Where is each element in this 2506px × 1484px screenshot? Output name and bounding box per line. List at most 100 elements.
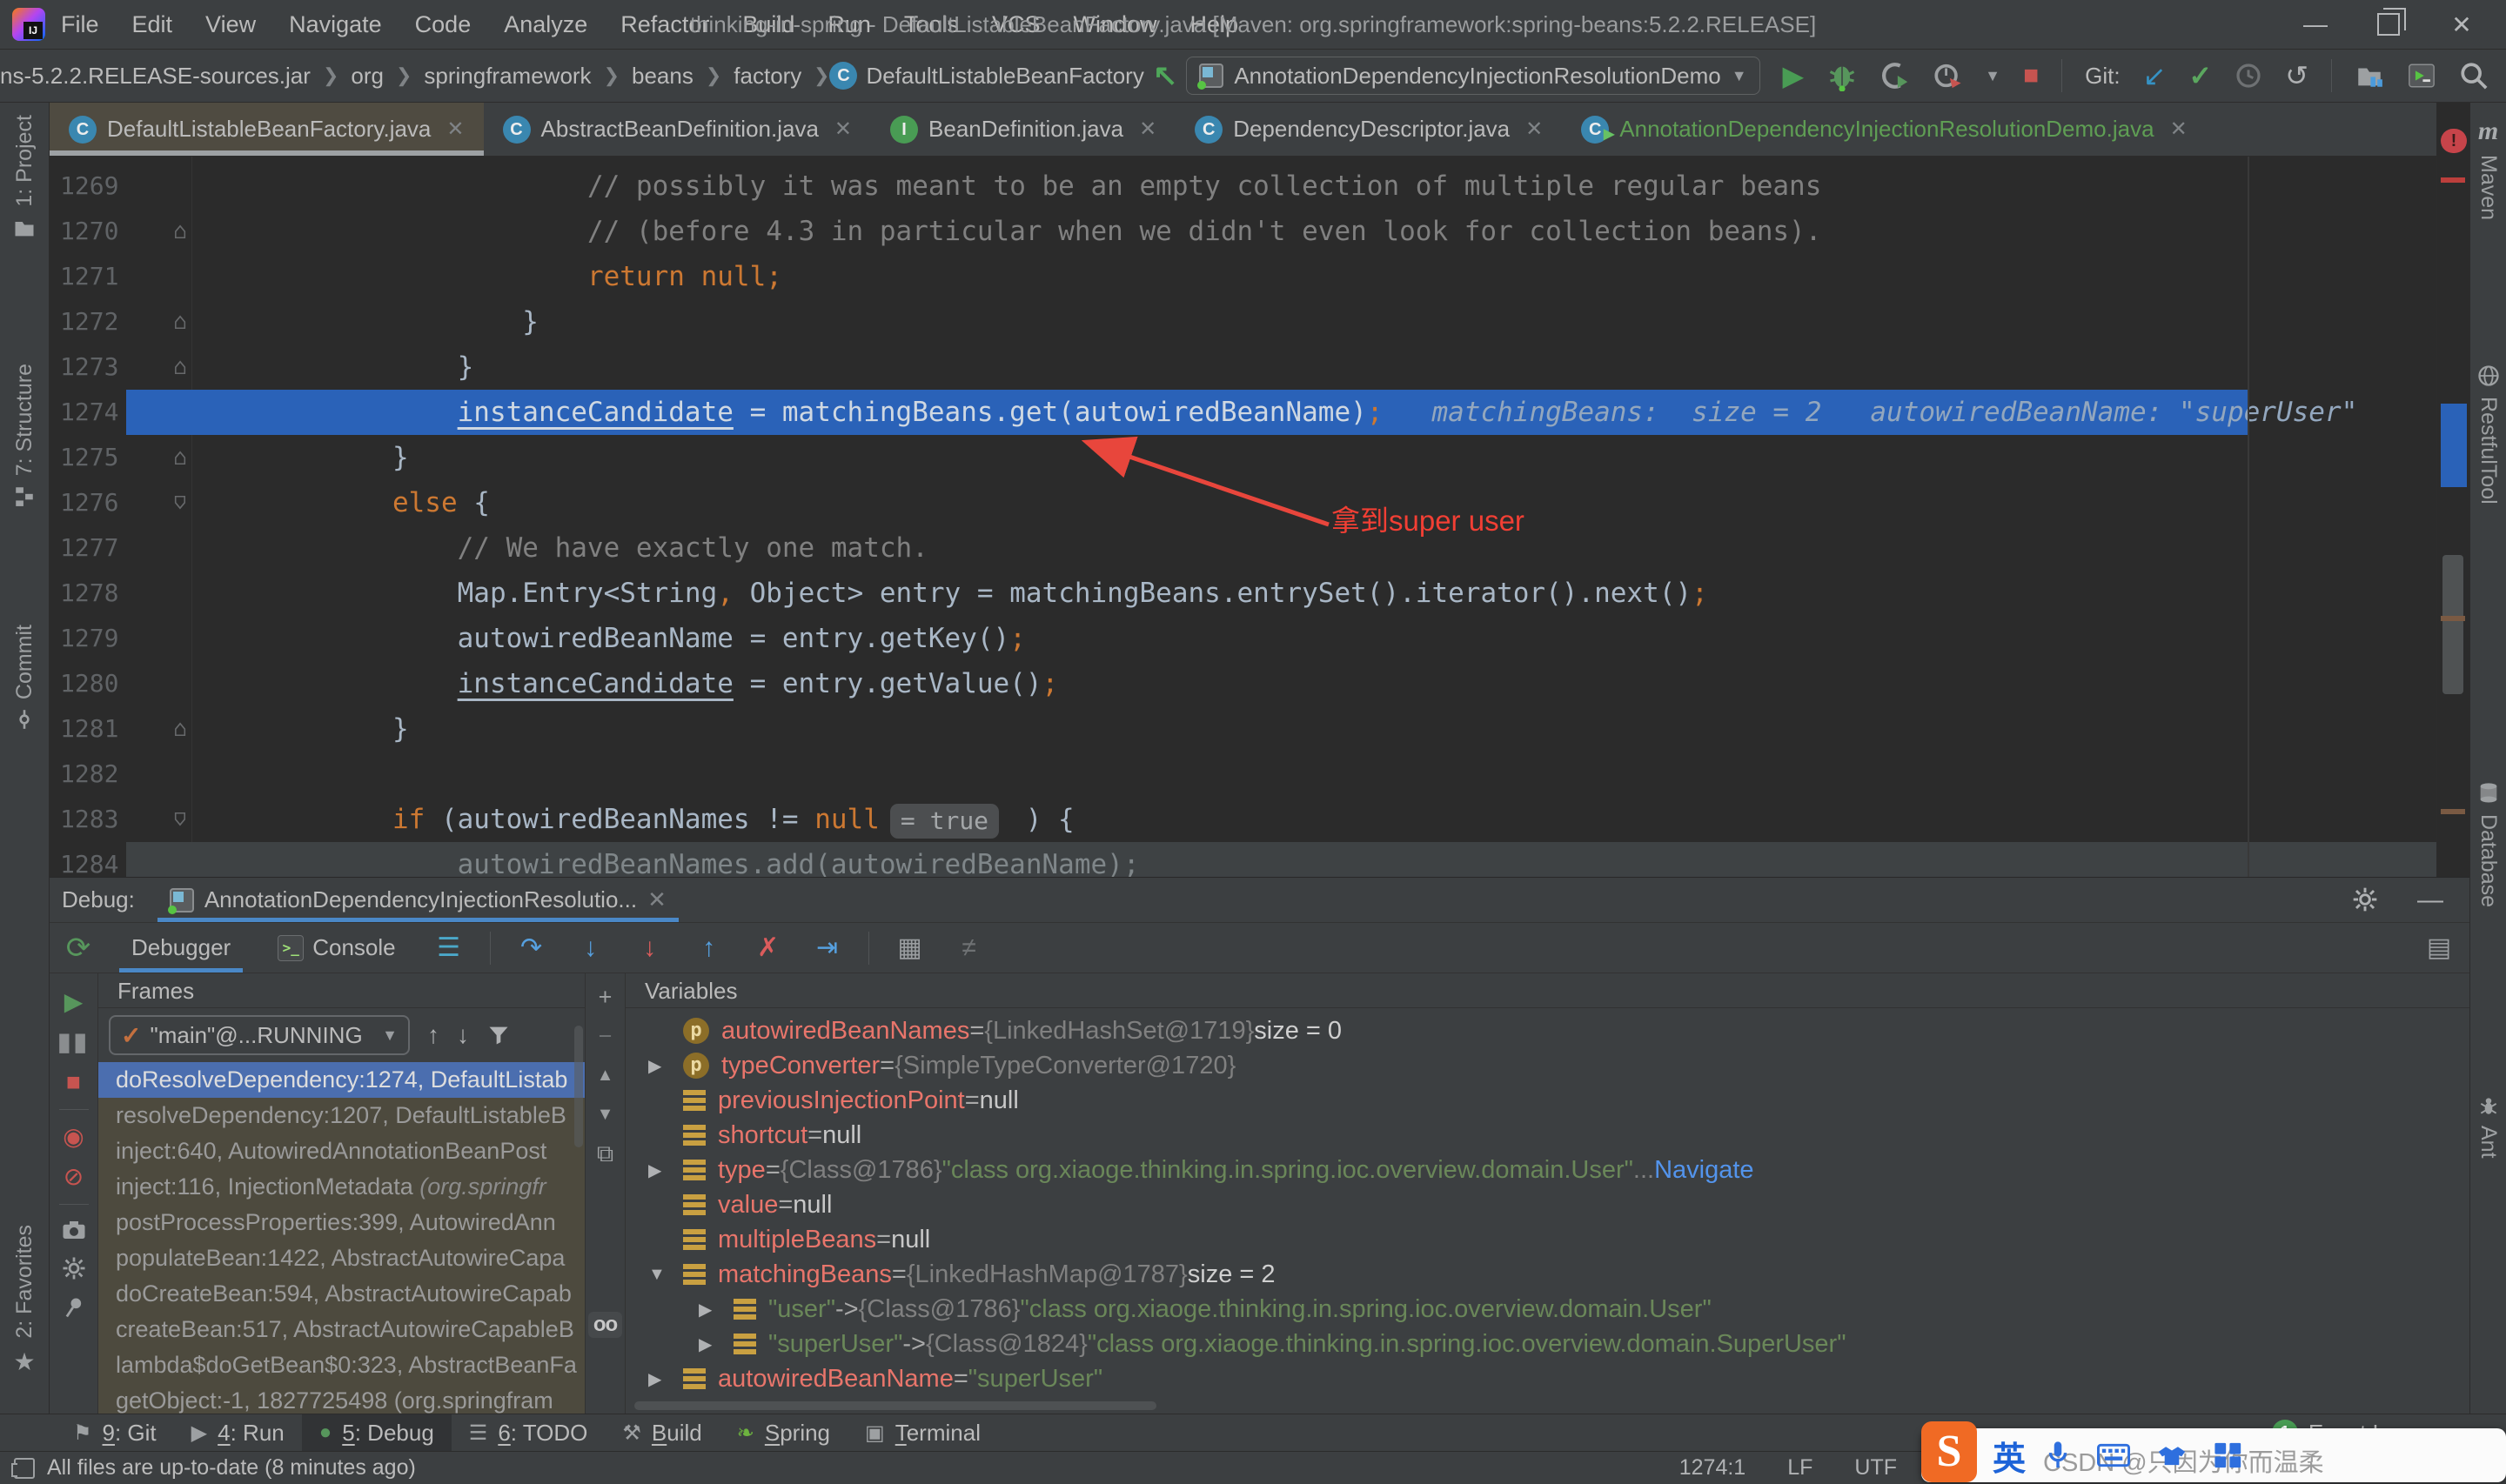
navigate-link[interactable]: Navigate bbox=[1654, 1156, 1753, 1185]
expand-icon[interactable]: ▼ bbox=[648, 1265, 683, 1285]
close-icon[interactable]: ✕ bbox=[2170, 117, 2188, 142]
terminal-run-icon[interactable] bbox=[2407, 61, 2436, 90]
force-step-into-icon[interactable]: ↓ bbox=[632, 933, 668, 963]
close-icon[interactable]: ✕ bbox=[647, 886, 667, 913]
step-into-icon[interactable]: ↓ bbox=[573, 933, 609, 963]
frame-row[interactable]: populateBean:1422, AbstractAutowireCapa bbox=[98, 1240, 585, 1276]
step-over-icon[interactable]: ↷ bbox=[513, 933, 550, 963]
skin-icon[interactable] bbox=[2156, 1442, 2188, 1468]
line-number[interactable]: 1273 bbox=[60, 344, 133, 390]
variable-row[interactable]: shortcut = null bbox=[626, 1118, 2469, 1153]
breadcrumb-item[interactable]: org bbox=[351, 63, 384, 90]
frame-row[interactable]: createBean:517, AbstractAutowireCapableB bbox=[98, 1312, 585, 1347]
line-number[interactable]: 1269 bbox=[60, 164, 133, 209]
fold-marker-icon[interactable]: ⌂ bbox=[168, 435, 192, 480]
keyboard-icon[interactable] bbox=[2097, 1442, 2131, 1468]
frame-row[interactable]: postProcessProperties:399, AutowiredAnn bbox=[98, 1205, 585, 1240]
breadcrumb-item[interactable]: ns-5.2.2.RELEASE-sources.jar bbox=[0, 63, 311, 90]
minimize-icon[interactable]: — bbox=[2301, 10, 2330, 38]
show-watches-icon[interactable]: oo bbox=[587, 1312, 623, 1338]
variable-row[interactable]: value = null bbox=[626, 1187, 2469, 1222]
close-icon[interactable]: ✕ bbox=[1139, 117, 1156, 142]
add-watch-icon[interactable]: + bbox=[599, 986, 613, 1009]
gear-icon[interactable] bbox=[2351, 886, 2379, 913]
fold-marker-icon[interactable]: ⌂ bbox=[168, 480, 192, 525]
breadcrumb-class[interactable]: C DefaultListableBeanFactory bbox=[829, 62, 1144, 90]
filter-icon[interactable] bbox=[486, 1023, 511, 1047]
frame-row[interactable]: lambda$doGetBean$0:323, AbstractBeanFa bbox=[98, 1347, 585, 1383]
debug-session-tab[interactable]: AnnotationDependencyInjectionResolutio..… bbox=[157, 878, 679, 922]
line-number[interactable]: 1275 bbox=[60, 435, 133, 480]
profiler-chevron-icon[interactable]: ▼ bbox=[1985, 67, 2000, 85]
pause-icon[interactable]: ▮▮ bbox=[57, 1029, 90, 1055]
line-number[interactable]: 1279 bbox=[60, 616, 133, 661]
layout-settings-icon[interactable]: ▤ bbox=[2421, 933, 2457, 963]
threads-view-icon[interactable]: ☰ bbox=[431, 933, 467, 963]
line-number[interactable]: 1274 bbox=[60, 390, 133, 435]
debug-bug-button[interactable] bbox=[1826, 60, 1858, 91]
fold-marker-icon[interactable]: ⌂ bbox=[168, 299, 192, 344]
tool-window-button-todo[interactable]: ☰ 6: TODO bbox=[452, 1414, 606, 1451]
close-icon[interactable]: ✕ bbox=[834, 117, 852, 142]
menu-view[interactable]: View bbox=[205, 11, 256, 38]
view-breakpoints-icon[interactable]: ◉ bbox=[63, 1124, 84, 1150]
pin-icon[interactable] bbox=[62, 1295, 86, 1320]
git-commit-button[interactable]: ✓ bbox=[2188, 62, 2212, 90]
line-separator[interactable]: LF bbox=[1787, 1455, 1812, 1481]
tool-window-button-run[interactable]: ▶ 4: Run bbox=[174, 1414, 302, 1451]
editor-tab[interactable]: I BeanDefinition.java ✕ bbox=[871, 103, 1176, 156]
frames-scrollbar[interactable] bbox=[574, 1026, 583, 1147]
project-files-icon[interactable] bbox=[2355, 61, 2384, 90]
history-clock-icon[interactable] bbox=[2235, 62, 2262, 90]
run-to-cursor-icon[interactable]: ⇥ bbox=[809, 933, 846, 963]
fold-marker-icon[interactable]: ⌂ bbox=[168, 706, 192, 752]
breadcrumb-item[interactable]: beans bbox=[632, 63, 694, 90]
hide-panel-icon[interactable]: — bbox=[2417, 886, 2443, 915]
expand-icon[interactable]: ▶ bbox=[699, 1334, 734, 1355]
variable-row[interactable]: ▶ type = {Class@1786} "class org.xiaoge.t… bbox=[626, 1153, 2469, 1187]
menu-file[interactable]: File bbox=[61, 11, 99, 38]
line-number[interactable]: 1271 bbox=[60, 254, 133, 299]
trace-icon[interactable]: ≠ bbox=[951, 933, 988, 963]
variable-row[interactable]: ▶ "user" -> {Class@1786} "class org.xiaog… bbox=[626, 1292, 2469, 1327]
menu-code[interactable]: Code bbox=[415, 11, 472, 38]
editor-tab[interactable]: C DefaultListableBeanFactory.java ✕ bbox=[50, 103, 484, 156]
line-number[interactable]: 1276 bbox=[60, 480, 133, 525]
menu-navigate[interactable]: Navigate bbox=[289, 11, 382, 38]
fold-marker-icon[interactable]: ⌂ bbox=[168, 797, 192, 842]
variable-row[interactable]: ▶ "superUser" -> {Class@1824} "class org.… bbox=[626, 1327, 2469, 1361]
thread-dump-camera-icon[interactable] bbox=[61, 1219, 87, 1241]
scrollbar-thumb[interactable] bbox=[2442, 555, 2463, 694]
caret-position[interactable]: 1274:1 bbox=[1679, 1455, 1745, 1481]
editor-tab[interactable]: C DependencyDescriptor.java ✕ bbox=[1176, 103, 1562, 156]
restore-icon[interactable] bbox=[2377, 8, 2406, 36]
expand-icon[interactable]: ▶ bbox=[648, 1368, 683, 1390]
file-encoding[interactable]: UTF bbox=[1854, 1455, 1897, 1481]
line-number[interactable]: 1277 bbox=[60, 525, 133, 571]
sidebar-item-database[interactable]: Database bbox=[2470, 781, 2506, 907]
line-number[interactable]: 1272 bbox=[60, 299, 133, 344]
line-number[interactable]: 1283 bbox=[60, 797, 133, 842]
sogou-ime-bar[interactable]: S CSDN @只因为你而温柔 英 bbox=[1921, 1421, 2506, 1482]
line-number[interactable]: 1270 bbox=[60, 209, 133, 254]
evaluate-expression-icon[interactable]: ▦ bbox=[892, 933, 928, 963]
breadcrumb-item[interactable]: factory bbox=[734, 63, 801, 90]
variables-hscrollbar[interactable] bbox=[634, 1401, 1156, 1410]
resume-icon[interactable]: ▶ bbox=[64, 989, 84, 1015]
sogou-logo-icon[interactable]: S bbox=[1921, 1421, 1977, 1482]
frame-row[interactable]: inject:640, AutowiredAnnotationBeanPost bbox=[98, 1133, 585, 1169]
frame-row[interactable]: getObject:-1, 1827725498 (org.springfram bbox=[98, 1383, 585, 1414]
editor-tab[interactable]: CAnnotationDependencyInjectionResolution… bbox=[1562, 103, 2206, 156]
rerun-icon[interactable]: ⟳ bbox=[60, 931, 97, 966]
next-frame-icon[interactable]: ↓ bbox=[457, 1021, 469, 1049]
tab-console[interactable]: >_ Console bbox=[265, 923, 407, 973]
line-number[interactable]: 1282 bbox=[60, 752, 133, 797]
fold-marker-icon[interactable]: ⌂ bbox=[168, 344, 192, 390]
move-up-icon[interactable]: ▲ bbox=[597, 1064, 614, 1087]
duplicate-icon[interactable]: ⧉ bbox=[597, 1142, 613, 1166]
run-button[interactable]: ▶ bbox=[1783, 62, 1805, 90]
navigate-back-icon[interactable]: ↖ bbox=[1153, 58, 1178, 93]
frame-row[interactable]: inject:116, InjectionMetadata (org.sprin… bbox=[98, 1169, 585, 1205]
variable-row[interactable]: ▼ matchingBeans = {LinkedHashMap@1787} si… bbox=[626, 1257, 2469, 1292]
move-down-icon[interactable]: ▼ bbox=[597, 1103, 614, 1126]
